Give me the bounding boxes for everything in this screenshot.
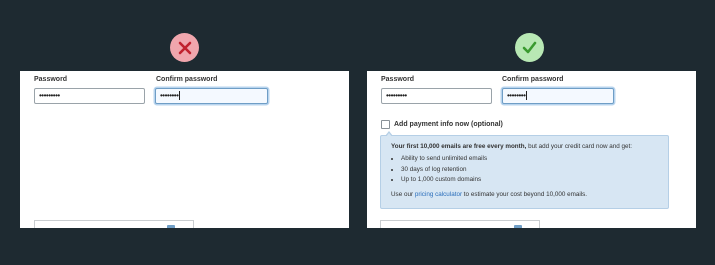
password-input[interactable]: ••••••••• — [381, 88, 492, 104]
confirm-password-value: •••••••• — [160, 91, 179, 100]
info-outro-post: to estimate your cost beyond 10,000 emai… — [462, 190, 588, 198]
confirm-password-label: Confirm password — [502, 76, 564, 83]
info-outro-pre: Use our — [391, 190, 415, 198]
password-input[interactable]: ••••••••• — [34, 88, 145, 104]
next-field-indicator — [167, 225, 175, 228]
confirm-password-input[interactable]: •••••••• — [502, 88, 614, 104]
bad-example-panel: Password Confirm password ••••••••• ••••… — [20, 71, 349, 228]
payment-checkbox-label: Add payment info now (optional) — [394, 121, 503, 128]
next-field-indicator — [514, 225, 522, 228]
info-intro-rest: but add your credit card now and get: — [526, 143, 633, 150]
password-label: Password — [34, 76, 68, 83]
password-value: ••••••••• — [386, 91, 407, 100]
password-value: ••••••••• — [39, 91, 60, 100]
confirm-password-input[interactable]: •••••••• — [155, 88, 268, 104]
text-caret — [526, 91, 528, 101]
info-outro: Use our pricing calculator to estimate y… — [391, 190, 658, 199]
pricing-calculator-link[interactable]: pricing calculator — [415, 191, 462, 198]
confirm-password-label: Confirm password — [156, 76, 218, 83]
good-example-panel: Password Confirm password ••••••••• ••••… — [367, 71, 696, 228]
success-badge — [515, 33, 544, 62]
list-item: Ability to send unlimited emails — [401, 154, 658, 165]
confirm-password-value: •••••••• — [507, 91, 526, 100]
payment-checkbox[interactable] — [381, 120, 390, 129]
info-intro-bold: Your first 10,000 emails are free every … — [391, 143, 527, 150]
list-item: 30 days of log retention — [401, 165, 658, 176]
list-item: Up to 1,000 custom domains — [401, 175, 658, 186]
info-intro: Your first 10,000 emails are free every … — [391, 142, 658, 151]
benefits-list: Ability to send unlimited emails 30 days… — [391, 154, 658, 186]
text-caret — [179, 91, 181, 101]
check-icon — [522, 41, 537, 54]
payment-checkbox-row[interactable]: Add payment info now (optional) — [381, 120, 503, 129]
payment-info-box: Your first 10,000 emails are free every … — [380, 131, 669, 209]
error-badge — [170, 33, 199, 62]
x-icon — [178, 41, 192, 55]
password-label: Password — [381, 76, 415, 83]
